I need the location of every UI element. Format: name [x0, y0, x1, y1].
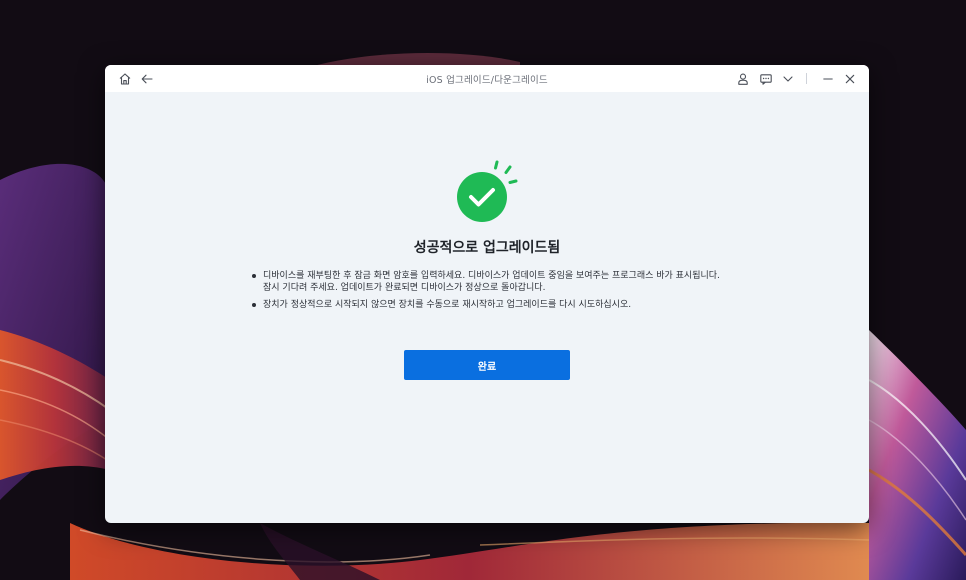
app-window: iOS 업그레이드/다운그레이드 성공적으로 업그레이드됨 디바이스를 재부팅한… [105, 65, 869, 523]
minimize-button[interactable] [818, 69, 838, 89]
titlebar-divider [806, 73, 807, 84]
result-title: 성공적으로 업그레이드됨 [413, 240, 561, 256]
bullet-icon [252, 274, 256, 278]
minimize-icon [823, 78, 833, 80]
account-button[interactable] [733, 69, 753, 89]
success-check-icon [453, 157, 527, 223]
instructions-list: 디바이스를 재부팅한 후 잠금 화면 암호를 입력하세요. 디바이스가 업데이트… [251, 270, 731, 316]
window-title: iOS 업그레이드/다운그레이드 [426, 75, 548, 86]
feedback-button[interactable] [756, 69, 776, 89]
note-text: 장치가 정상적으로 시작되지 않으면 장치를 수동으로 재시작하고 업그레이드를… [263, 300, 632, 310]
list-item: 장치가 정상적으로 시작되지 않으면 장치를 수동으로 재시작하고 업그레이드를… [251, 299, 731, 311]
list-item: 디바이스를 재부팅한 후 잠금 화면 암호를 입력하세요. 디바이스가 업데이트… [251, 270, 731, 294]
bullet-icon [252, 303, 256, 307]
done-button[interactable]: 완료 [404, 350, 570, 380]
close-button[interactable] [840, 69, 860, 89]
close-icon [845, 74, 855, 84]
menu-dropdown-button[interactable] [778, 69, 798, 89]
account-icon [738, 73, 748, 85]
note-text: 디바이스를 재부팅한 후 잠금 화면 암호를 입력하세요. 디바이스가 업데이트… [263, 271, 720, 293]
chevron-down-icon [783, 76, 793, 82]
feedback-icon [760, 74, 772, 85]
title-bar: iOS 업그레이드/다운그레이드 [105, 65, 869, 92]
